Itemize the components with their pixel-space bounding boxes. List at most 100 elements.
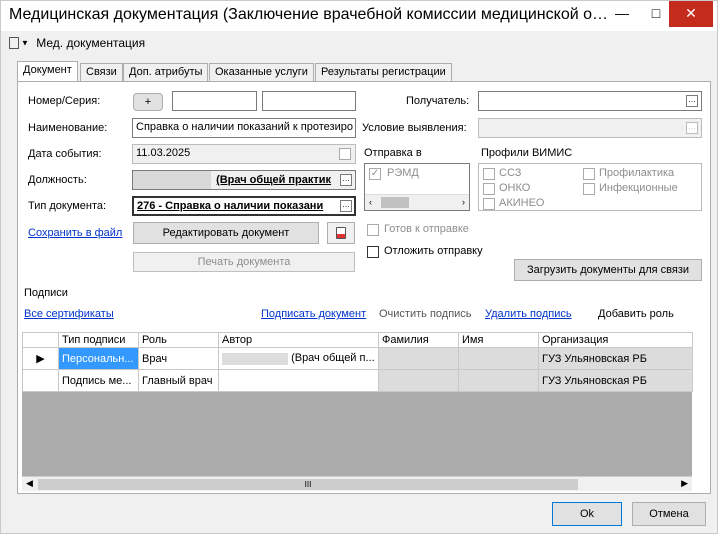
row-header-corner <box>22 332 59 348</box>
cell-name[interactable] <box>458 347 539 370</box>
row-header <box>22 369 59 392</box>
window-title: Медицинская документация (Заключение вра… <box>9 6 609 23</box>
tab-links[interactable]: Связи <box>80 63 123 81</box>
add-number-button[interactable]: + <box>133 93 163 111</box>
column-header[interactable]: Тип подписи <box>58 332 139 348</box>
send-to-label: Отправка в <box>364 147 422 159</box>
cell-signature-type[interactable]: Подпись ме... <box>58 369 139 392</box>
column-header[interactable]: Имя <box>458 332 539 348</box>
tab-document[interactable]: Документ <box>17 61 78 82</box>
column-header[interactable]: Роль <box>138 332 219 348</box>
vimis-infectious-label: Инфекционные <box>599 182 678 194</box>
number-label: Номер/Серия: <box>28 95 101 107</box>
event-date-field: 11.03.2025 <box>132 144 356 164</box>
ready-to-send-checkbox <box>367 224 379 236</box>
cell-role[interactable]: Главный врач <box>138 369 219 392</box>
cell-name[interactable] <box>458 369 539 392</box>
event-date-label: Дата события: <box>28 148 102 160</box>
clear-signature-link[interactable]: Очистить подпись <box>379 308 472 320</box>
table-row[interactable]: Подпись ме... Главный врач ГУЗ Ульяновск… <box>22 369 693 392</box>
series-field[interactable] <box>262 91 356 111</box>
cancel-button[interactable]: Отмена <box>632 502 706 526</box>
print-document-button: Печать документа <box>133 252 355 272</box>
tab-extra-attributes[interactable]: Доп. атрибуты <box>123 63 209 81</box>
grid-horizontal-scrollbar[interactable]: ◀ III ▶ <box>22 476 692 491</box>
close-button[interactable]: ✕ <box>669 1 713 27</box>
scroll-left-icon[interactable]: ‹ <box>369 197 372 207</box>
recipient-ellipsis-button[interactable]: … <box>686 95 698 107</box>
scroll-thumb[interactable]: III <box>38 479 578 490</box>
vimis-profiles-list: ССЗ ОНКО АКИНЕО Профилактика Инфекционны… <box>478 163 702 211</box>
redacted-block <box>133 171 211 189</box>
cell-surname[interactable] <box>378 369 459 392</box>
postpone-send-label: Отложить отправку <box>384 245 483 257</box>
column-header[interactable]: Организация <box>538 332 693 348</box>
send-list-scrollbar[interactable]: ‹ › <box>365 194 469 210</box>
delete-signature-link[interactable]: Удалить подпись <box>485 308 572 320</box>
ready-to-send-label: Готов к отправке <box>384 223 469 235</box>
cell-surname[interactable] <box>378 347 459 370</box>
cell-author[interactable] <box>218 369 379 392</box>
toolbar: ▼ Мед. документация <box>9 35 145 55</box>
doc-type-field[interactable]: 276 - Справка о наличии показани <box>132 196 356 216</box>
condition-ellipsis-button: … <box>686 122 698 134</box>
ok-button[interactable]: Ok <box>552 502 622 526</box>
column-header[interactable]: Автор <box>218 332 379 348</box>
recipient-label: Получатель: <box>406 95 470 107</box>
minimize-button[interactable]: — <box>605 1 639 27</box>
cell-signature-type[interactable]: Персональн... <box>58 347 139 370</box>
title-bar: Медицинская документация (Заключение вра… <box>1 1 717 31</box>
scroll-right-icon[interactable]: ▶ <box>681 478 688 489</box>
redacted-block <box>222 352 288 365</box>
signatures-table: Тип подписи Роль Автор Фамилия Имя Орган… <box>22 332 693 392</box>
vimis-onko-checkbox <box>483 183 495 195</box>
author-text: (Врач общей п... <box>291 352 375 365</box>
cell-organization[interactable]: ГУЗ Ульяновская РБ <box>538 347 693 370</box>
menu-label[interactable]: Мед. документация <box>36 36 145 50</box>
position-value: (Врач общей практик <box>216 174 332 186</box>
tab-registration-results[interactable]: Результаты регистрации <box>315 63 452 81</box>
signatures-group-label: Подписи <box>24 287 68 299</box>
scroll-thumb[interactable] <box>381 197 409 208</box>
cell-organization[interactable]: ГУЗ Ульяновская РБ <box>538 369 693 392</box>
send-to-list[interactable]: ✓ РЭМД ‹ › <box>364 163 470 211</box>
save-to-file-link[interactable]: Сохранить в файл <box>28 227 122 239</box>
dropdown-arrow-icon[interactable]: ▼ <box>21 38 29 47</box>
condition-field <box>478 118 702 138</box>
document-menu-icon[interactable] <box>9 36 19 49</box>
calendar-icon <box>339 148 351 160</box>
tab-services[interactable]: Оказанные услуги <box>209 63 314 81</box>
document-panel: Номер/Серия: + Наименование: Справка о н… <box>17 81 711 494</box>
vimis-prophylaxis-checkbox <box>583 168 595 180</box>
name-field[interactable]: Справка о наличии показаний к протезиро <box>132 118 356 138</box>
remd-label: РЭМД <box>387 167 419 179</box>
table-row[interactable]: ▶ Персональн... Врач (Врач общей п... ГУ… <box>22 347 693 370</box>
all-certificates-link[interactable]: Все сертификаты <box>24 308 114 320</box>
postpone-send-checkbox[interactable] <box>367 246 379 258</box>
position-ellipsis-button[interactable]: … <box>340 174 352 186</box>
recipient-field[interactable] <box>478 91 702 111</box>
scroll-right-icon[interactable]: › <box>462 197 465 207</box>
maximize-button[interactable]: □ <box>639 1 673 27</box>
pdf-icon[interactable] <box>327 222 355 244</box>
cell-role[interactable]: Врач <box>138 347 219 370</box>
sign-document-link[interactable]: Подписать документ <box>261 308 366 320</box>
doc-type-ellipsis-button[interactable]: … <box>340 200 352 212</box>
condition-label: Условие выявления: <box>362 122 467 134</box>
number-field[interactable] <box>172 91 257 111</box>
table-header-row: Тип подписи Роль Автор Фамилия Имя Орган… <box>22 332 693 348</box>
vimis-profiles-label: Профили ВИМИС <box>481 147 573 159</box>
upload-documents-button[interactable]: Загрузить документы для связи <box>514 259 702 281</box>
cell-author[interactable]: (Врач общей п... <box>218 347 379 370</box>
vimis-akineo-checkbox <box>483 198 495 210</box>
edit-document-button[interactable]: Редактировать документ <box>133 222 319 244</box>
remd-checkbox: ✓ <box>369 168 381 180</box>
vimis-ssz-checkbox <box>483 168 495 180</box>
vimis-prophylaxis-label: Профилактика <box>599 167 675 179</box>
add-role-button[interactable]: Добавить роль <box>598 308 674 320</box>
vimis-onko-label: ОНКО <box>499 182 531 194</box>
vimis-akineo-label: АКИНЕО <box>499 197 545 209</box>
scroll-left-icon[interactable]: ◀ <box>26 478 33 489</box>
position-label: Должность: <box>28 174 87 186</box>
column-header[interactable]: Фамилия <box>378 332 459 348</box>
